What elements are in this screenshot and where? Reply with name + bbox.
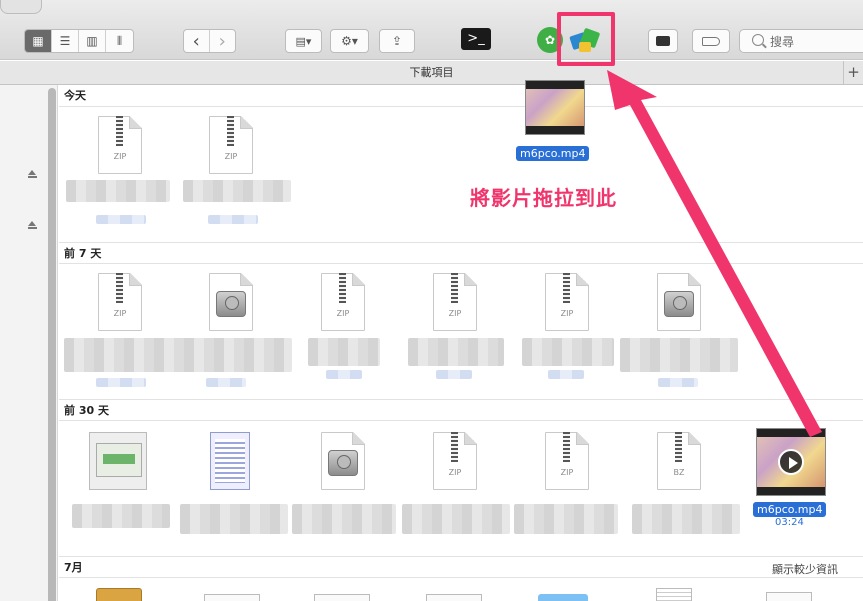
finder-window: ▦ ☰ ▥ ⫴ ‹ › ▤▾ ⚙▾ ⇪ >_ ✿ 搜尋 下載項目 + 今天 ZI… <box>0 0 863 601</box>
annotation-arrow <box>607 70 822 437</box>
